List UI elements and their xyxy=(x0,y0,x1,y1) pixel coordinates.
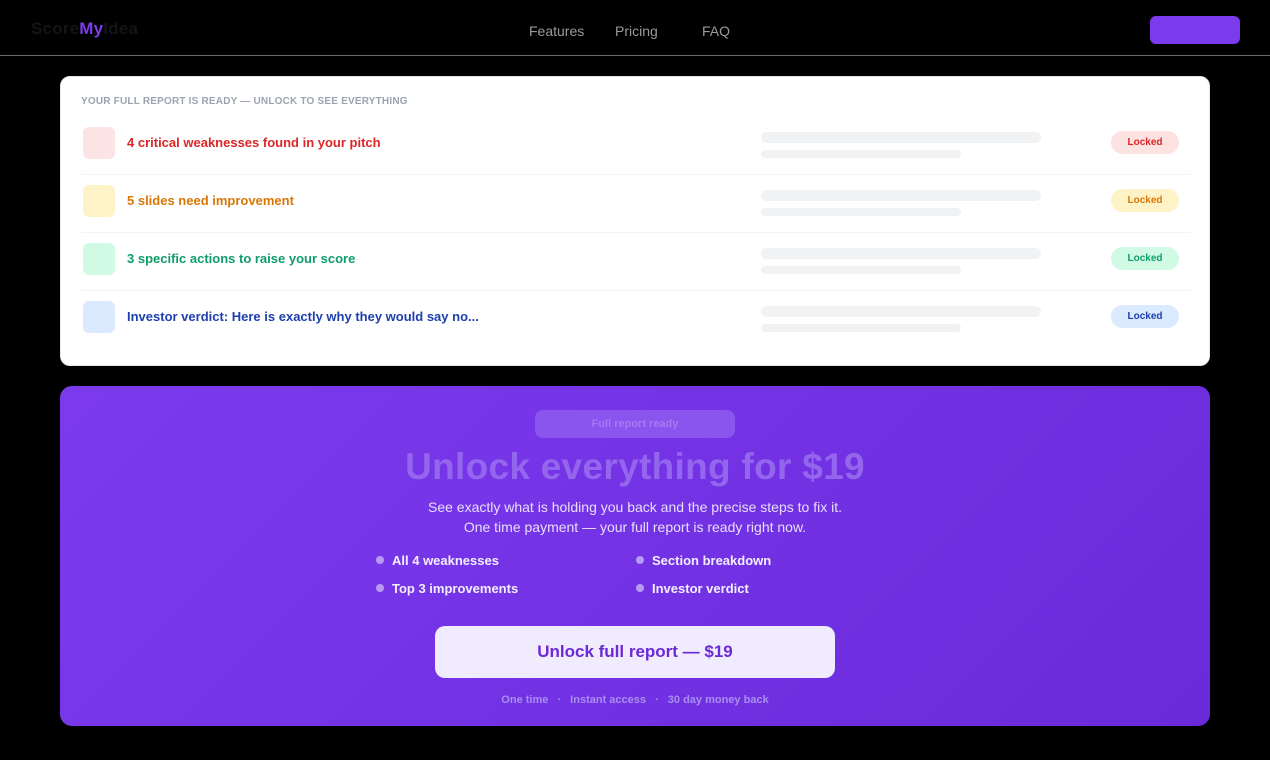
placeholder-bar xyxy=(761,248,1041,259)
report-row-verdict: Investor verdict: Here is exactly why th… xyxy=(81,288,1191,346)
report-row-weaknesses: 4 critical weaknesses found in your pitc… xyxy=(81,114,1191,172)
placeholder-bar-short xyxy=(761,266,961,274)
row-title: 4 critical weaknesses found in your pitc… xyxy=(127,135,381,150)
row-title: 3 specific actions to raise your score xyxy=(127,251,356,266)
feature-item: Section breakdown xyxy=(652,553,772,568)
report-row-actions: 3 specific actions to raise your score L… xyxy=(81,230,1191,288)
slides-square-icon xyxy=(83,185,115,217)
unlock-subtitle-line2: One time payment — your full report is r… xyxy=(463,519,807,535)
unlock-panel: Full report ready Unlock everything for … xyxy=(60,386,1210,726)
nav-link-features[interactable]: Features xyxy=(529,23,584,39)
footer-instant-access: Instant access xyxy=(570,694,646,706)
unlock-footer: One time · Instant access · 30 day money… xyxy=(60,694,1210,706)
locked-badge: Locked xyxy=(1111,247,1179,270)
placeholder-bar-short xyxy=(761,324,961,332)
placeholder-bar-short xyxy=(761,208,961,216)
bullet-dot-icon xyxy=(376,584,384,592)
feature-item: Investor verdict xyxy=(652,581,749,596)
unlock-subtitle-line1: See exactly what is holding you back and… xyxy=(427,499,842,515)
report-ready-badge: Full report ready xyxy=(535,410,735,438)
nav-links: Features Pricing FAQ xyxy=(0,23,1270,39)
nav-link-pricing[interactable]: Pricing xyxy=(615,23,658,39)
footer-money-back: 30 day money back xyxy=(667,694,769,706)
bullet-dot-icon xyxy=(636,584,644,592)
row-title: Investor verdict: Here is exactly why th… xyxy=(127,309,479,324)
feature-item: All 4 weaknesses xyxy=(392,553,499,568)
nav-cta-button[interactable] xyxy=(1150,16,1240,44)
footer-one-time: One time xyxy=(501,694,549,706)
unlock-report-button[interactable]: Unlock full report — $19 xyxy=(435,626,835,678)
report-heading: YOUR FULL REPORT IS READY — UNLOCK TO SE… xyxy=(81,96,408,107)
locked-badge: Locked xyxy=(1111,131,1179,154)
row-title: 5 slides need improvement xyxy=(127,193,294,208)
actions-square-icon xyxy=(83,243,115,275)
report-card: YOUR FULL REPORT IS READY — UNLOCK TO SE… xyxy=(60,76,1210,366)
placeholder-bar xyxy=(761,306,1041,317)
verdict-square-icon xyxy=(83,301,115,333)
footer-separator: · xyxy=(655,694,659,706)
locked-badge: Locked xyxy=(1111,189,1179,212)
nav-link-faq[interactable]: FAQ xyxy=(702,23,730,39)
footer-separator: · xyxy=(557,694,562,706)
unlock-headline: Unlock everything for $19 xyxy=(405,446,865,487)
bullet-dot-icon xyxy=(376,556,384,564)
placeholder-bar-short xyxy=(761,150,961,158)
locked-badge: Locked xyxy=(1111,305,1179,328)
feature-item: Top 3 improvements xyxy=(392,581,519,596)
top-nav: ScoreMyIdea Features Pricing FAQ xyxy=(0,0,1270,56)
placeholder-bar xyxy=(761,190,1041,201)
bullet-dot-icon xyxy=(636,556,644,564)
weakness-square-icon xyxy=(83,127,115,159)
placeholder-bar xyxy=(761,132,1041,143)
report-row-slides: 5 slides need improvement Locked xyxy=(81,172,1191,230)
